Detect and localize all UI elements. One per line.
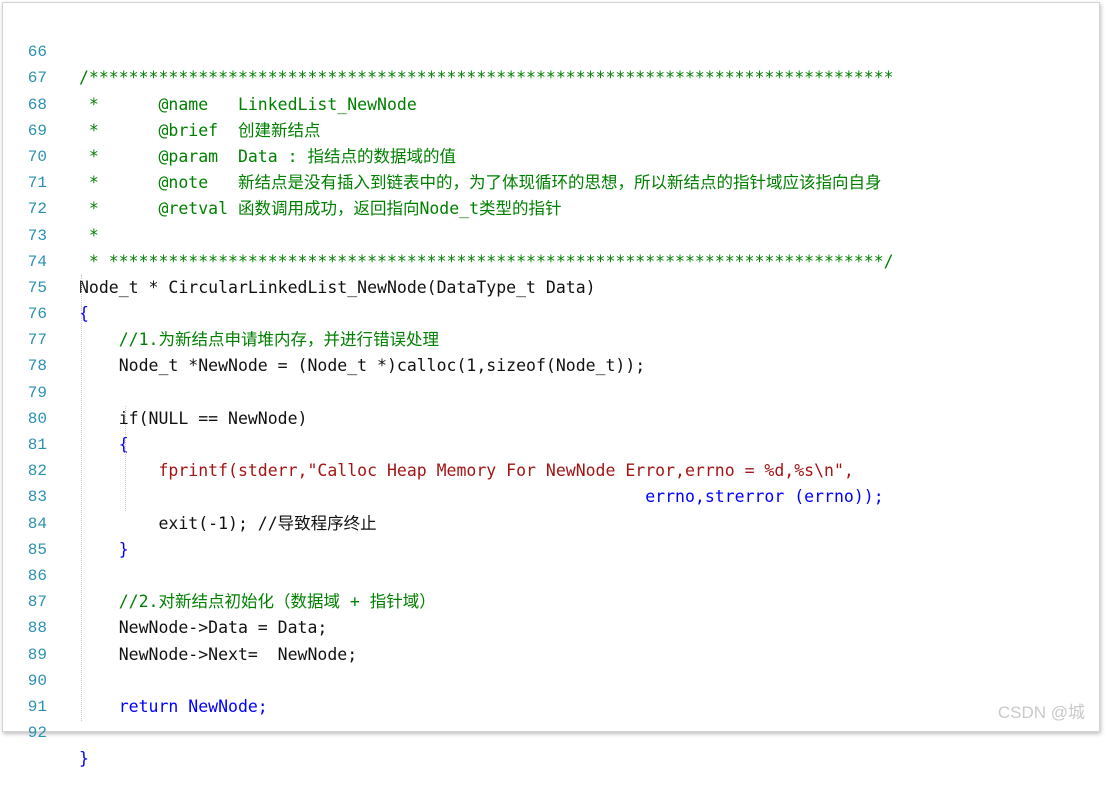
code-line: 87 NewNode->Data = Data; — [3, 563, 1099, 637]
code-line: 88 NewNode->Next= NewNode; — [3, 589, 1099, 663]
indent-guide — [81, 275, 82, 721]
code-line: 77 Node_t *NewNode = (Node_t *)calloc(1,… — [3, 301, 1099, 375]
csdn-watermark: CSDN @城 — [997, 703, 1085, 722]
code-line: 80 { — [3, 380, 1099, 454]
code-line: 69 * @param Data : 指结点的数据域的值 — [3, 92, 1099, 166]
code-line: 86 //2.对新结点初始化（数据域 + 指针域） — [3, 537, 1099, 611]
code-line: 92 } — [3, 694, 1099, 768]
code-line: 70 * @note 新结点是没有插入到链表中的，为了体现循环的思想，所以新结点… — [3, 118, 1099, 192]
code-line: 84 } — [3, 484, 1099, 559]
code-line: 91 — [3, 668, 1099, 716]
line-text: } — [79, 749, 89, 769]
code-line: 71 * @retval 函数调用成功，返回指向Node_t类型的指针 — [3, 144, 1099, 218]
code-line: 79 if(NULL == NewNode) — [3, 353, 1099, 428]
code-line: 75 { — [3, 249, 1099, 323]
code-line: 68 * @brief 创建新结点 — [3, 65, 1099, 140]
code-editor: 66 /************************************… — [3, 13, 1099, 768]
code-line: 89 — [3, 615, 1099, 664]
line-number: 92 — [27, 724, 47, 743]
code-line: 73 * ***********************************… — [3, 196, 1099, 271]
code-line: 67 * @name LinkedList_NewNode — [3, 39, 1099, 113]
code-line: 81 fprintf(stderr,"Calloc Heap Memory Fo… — [3, 406, 1099, 480]
code-line: 83 exit(-1); //导致程序终止 — [3, 458, 1099, 532]
code-line: 78 — [3, 327, 1099, 375]
code-line: 72 * — [3, 170, 1099, 244]
code-line: 82 errno,strerror (errno)); — [3, 432, 1099, 506]
code-line: 66 /************************************… — [3, 13, 1099, 87]
code-line: 90 return NewNode; — [3, 642, 1099, 716]
code-line: 85 — [3, 511, 1099, 559]
code-screenshot-frame: 66 /************************************… — [2, 2, 1100, 768]
code-line: 74 Node_t * CircularLinkedList_NewNode(D… — [3, 223, 1099, 297]
code-line: 76 //1.为新结点申请堆内存，并进行错误处理 — [3, 275, 1099, 349]
indent-guide — [125, 406, 126, 511]
